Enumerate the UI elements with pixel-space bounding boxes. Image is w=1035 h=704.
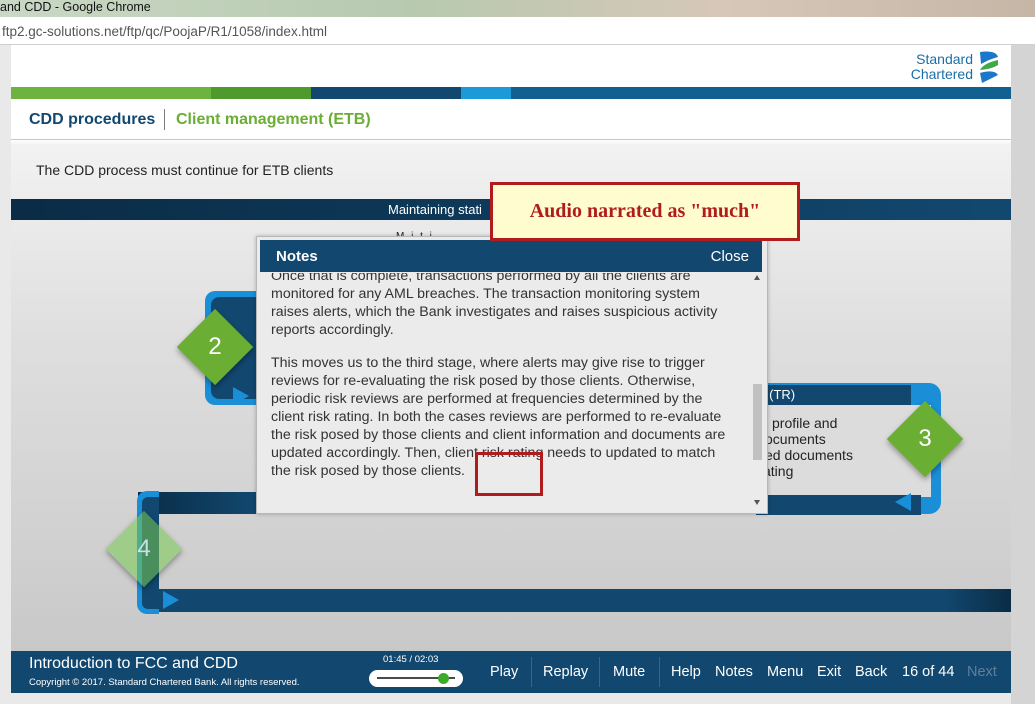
annotation-highlight-box — [475, 452, 543, 496]
menu-button[interactable]: Menu — [767, 664, 803, 680]
stage-4-arrow-icon — [163, 591, 179, 609]
notes-header: Notes Close — [260, 240, 762, 272]
replay-button[interactable]: Replay — [543, 664, 588, 680]
breadcrumb-section: CDD procedures — [29, 111, 156, 128]
exit-button[interactable]: Exit — [817, 664, 841, 680]
notes-paragraph: Once that is complete, transactions perf… — [271, 273, 718, 338]
window-title: and CDD - Google Chrome — [0, 0, 151, 14]
notes-title: Notes — [276, 248, 318, 265]
window-titlebar: and CDD - Google Chrome — [0, 0, 1035, 17]
copyright-text: Copyright © 2017. Standard Chartered Ban… — [29, 677, 300, 688]
nav-divider — [599, 657, 600, 687]
header-strip-green — [11, 87, 211, 99]
brand-name: Standard Chartered — [911, 52, 973, 82]
step-3-number: 3 — [918, 425, 932, 452]
stage-3-line-1: profile and — [772, 415, 838, 431]
player-footer: Introduction to FCC and CDD Copyright © … — [11, 651, 1011, 693]
step-4-number: 4 — [137, 535, 151, 562]
page-viewport: Standard Chartered CDD procedures Client… — [0, 45, 1035, 704]
audio-progress-slider[interactable] — [369, 670, 463, 687]
breadcrumb-separator — [164, 109, 165, 130]
progress-knob[interactable] — [438, 673, 450, 684]
timecode: 01:45 / 02:03 — [383, 654, 439, 665]
header-strip-navy — [311, 87, 461, 99]
header-divider — [11, 139, 1011, 140]
header-strip-darkgreen — [211, 87, 311, 99]
course-player: Standard Chartered CDD procedures Client… — [11, 45, 1011, 693]
address-bar[interactable]: ftp2.gc-solutions.net/ftp/qc/PoojaP/R1/1… — [0, 17, 1035, 45]
stage-2-arrow-icon — [233, 387, 249, 405]
scroll-up-icon[interactable] — [754, 275, 760, 280]
stage-3-arrow-icon — [895, 493, 911, 511]
nav-divider — [531, 657, 532, 687]
notes-button[interactable]: Notes — [715, 664, 753, 680]
stage-4-bottom-bar — [159, 589, 1011, 612]
next-button[interactable]: Next — [967, 664, 997, 680]
back-button[interactable]: Back — [855, 664, 887, 680]
help-button[interactable]: Help — [671, 664, 701, 680]
scroll-down-icon[interactable] — [754, 500, 760, 505]
brand-line-1: Standard — [916, 51, 973, 67]
annotation-callout: Audio narrated as "much" — [490, 182, 800, 241]
header-strip-lightblue — [461, 87, 511, 99]
standard-chartered-logo-icon — [980, 51, 998, 83]
breadcrumb-topic: Client management (ETB) — [176, 111, 371, 128]
stage-1-label: Maintaining stati — [388, 202, 482, 217]
page-indicator: 16 of 44 — [902, 664, 955, 680]
url-text: ftp2.gc-solutions.net/ftp/qc/PoojaP/R1/1… — [2, 24, 327, 39]
course-title: Introduction to FCC and CDD — [29, 655, 238, 672]
intro-text: The CDD process must continue for ETB cl… — [36, 162, 334, 178]
scroll-thumb[interactable] — [753, 384, 762, 460]
brand-line-2: Chartered — [910, 66, 973, 82]
stage-3-line-2: ocuments — [765, 431, 826, 447]
mute-button[interactable]: Mute — [613, 664, 645, 680]
step-2-number: 2 — [208, 333, 222, 360]
stage-3-line-3: ed documents — [765, 447, 853, 463]
notes-scrollbar[interactable] — [751, 273, 763, 509]
header-strip-blue — [511, 87, 1011, 99]
play-button[interactable]: Play — [490, 664, 518, 680]
nav-divider — [659, 657, 660, 687]
viewport-gutter — [1011, 45, 1035, 704]
notes-close-button[interactable]: Close — [711, 248, 749, 265]
